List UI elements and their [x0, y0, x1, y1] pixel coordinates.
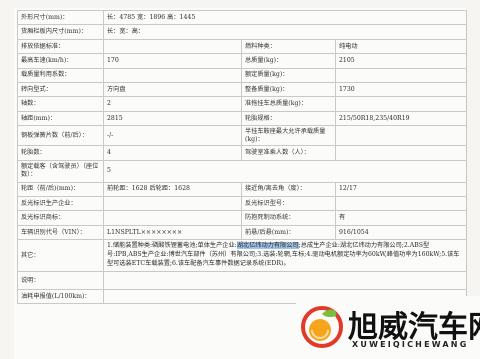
- spec-label: 外形尺寸(mm)：: [17, 9, 104, 26]
- spec-row: 外形尺寸(mm)： 长：4785 宽：1896 高：1445: [17, 9, 468, 26]
- spec-value: [103, 67, 242, 83]
- spec-value: 170: [103, 53, 242, 69]
- spec-value: [334, 195, 468, 212]
- sun-leaf-emblem-icon: [301, 306, 343, 348]
- spec-value: [103, 38, 242, 55]
- spec-value: [334, 125, 468, 147]
- spec-label: 额定质量(kg)：: [241, 67, 336, 83]
- vehicle-spec-table: 外形尺寸(mm)： 长：4785 宽：1896 高：1445 货厢栏板内尺寸(mm)…: [17, 9, 468, 305]
- spec-value: 5: [102, 159, 468, 183]
- spec-label: 反光标识型号：: [241, 195, 336, 212]
- spec-value: [334, 145, 468, 161]
- spec-label: 准拖挂车总质量(kg)：: [241, 96, 336, 112]
- spec-value: 1730: [334, 81, 468, 98]
- spec-row: 轴距(mm)： 2815 轮胎规格： 215/50R18,235/40R19: [17, 110, 468, 127]
- spec-value: 前轮距：1628 后轮距：1628: [103, 181, 242, 197]
- energy-label: 油耗申报值(L/100km)：: [17, 289, 104, 305]
- spec-row: 反光标识生产企业： 反光标识型号：: [17, 195, 468, 212]
- spec-label: 最高车速(km/h)：: [17, 53, 104, 69]
- spec-label: 转向型式：: [17, 81, 104, 98]
- spec-label: 总质量(kg)：: [241, 53, 336, 69]
- spec-row: 额定载客（含驾驶员）（座位数）： 5: [17, 159, 468, 183]
- spec-row-remark: 说明：: [17, 271, 468, 291]
- spec-label: 驾驶室准乘人数（人）：: [241, 145, 336, 161]
- spec-label: 额定载客（含驾驶员）（座位数）：: [17, 159, 104, 183]
- remark-value: [102, 271, 468, 291]
- logo-pinyin-name: XUWEIQICHEWANG: [352, 340, 469, 349]
- spec-value: -/-: [103, 125, 242, 147]
- spec-label: 轴数：: [17, 96, 104, 112]
- spec-label: 货厢栏板内尺寸(mm)：: [17, 24, 104, 40]
- spec-label: 钢板弹簧片数（前/后）：: [17, 125, 104, 147]
- spec-label: 接近角/离去角（度）：: [241, 181, 336, 197]
- spec-value: [103, 210, 242, 226]
- remark-label: 说明：: [17, 271, 104, 291]
- spec-value: [334, 96, 468, 112]
- spec-row: 最高车速(km/h)： 170 总质量(kg)： 2105: [17, 53, 468, 69]
- spec-value: 4: [103, 145, 242, 161]
- spec-value: 215/50R18,235/40R19: [334, 110, 468, 127]
- spec-row: 轮距（前/后)(mm)： 前轮距：1628 后轮距：1628 接近角/离去角（度）：…: [17, 181, 468, 197]
- spec-label: 前悬/后悬(mm)：: [241, 224, 336, 241]
- spec-label: 载质量利用系数：: [17, 67, 104, 83]
- spec-value: 方向盘: [103, 81, 242, 98]
- spec-value: 长：4785 宽：1896 高：1445: [102, 9, 468, 26]
- spec-value: 2105: [334, 53, 468, 69]
- spec-value: [334, 67, 468, 83]
- spec-label: 防抱死制动系统：: [241, 210, 336, 226]
- spec-row: 轴数： 2 准拖挂车总质量(kg)：: [17, 96, 468, 112]
- spec-row: 钢板弹簧片数（前/后）： -/- 半挂车鞍座最大允许承载质量(kg)：: [17, 125, 468, 147]
- site-watermark-logo: 旭威汽车网 XUWEIQICHEWANG: [296, 296, 480, 359]
- spec-value: L1NSPLTL××××××××: [103, 224, 242, 241]
- other-text: 1.储能装置种类:磷酸铁锂蓄电池;单体生产企业:: [107, 242, 237, 250]
- spec-row: 车辆识别代号（VIN）： L1NSPLTL×××××××× 前悬/后悬(mm)： 91…: [17, 224, 468, 241]
- spec-label: 轮距（前/后)(mm)：: [17, 181, 104, 197]
- spec-row: 转向型式： 方向盘 整备质量(kg)： 1730: [17, 81, 468, 98]
- spec-row: 货厢栏板内尺寸(mm)： 长：宽：高：: [17, 24, 468, 40]
- spec-label: 轮胎规格：: [241, 110, 336, 127]
- spec-value: 纯电动: [334, 38, 468, 55]
- spec-label: 半挂车鞍座最大允许承载质量(kg)：: [241, 125, 336, 147]
- spec-row: 轮胎数： 4 驾驶室准乘人数（人）：: [17, 145, 468, 161]
- spec-value: [103, 195, 242, 212]
- other-label: 其它：: [17, 239, 104, 273]
- spec-label: 燃料种类：: [241, 38, 336, 55]
- spec-row: 反光标识商标： 防抱死制动系统：有: [17, 210, 468, 226]
- spec-label: 整备质量(kg)：: [241, 81, 336, 98]
- spec-value: 有: [334, 210, 468, 226]
- spec-row: 载质量利用系数： 额定质量(kg)：: [17, 67, 468, 83]
- spec-label: 排放依据标准：: [17, 38, 104, 55]
- spec-value: 长：宽：高：: [102, 24, 468, 40]
- spec-value: 12/17: [334, 181, 468, 197]
- spec-value: 916/1054: [334, 224, 468, 241]
- spec-label: 车辆识别代号（VIN）：: [17, 224, 104, 241]
- spec-row-other: 其它： 1.储能装置种类:磷酸铁锂蓄电池;单体生产企业:湖北亿纬动力有限公司;总成…: [17, 239, 468, 273]
- spec-row: 排放依据标准： 燃料种类： 纯电动: [17, 38, 468, 55]
- spec-label: 反光标识商标：: [17, 210, 104, 226]
- spec-value: 2815: [103, 110, 242, 127]
- spec-label: 轮胎数：: [17, 145, 104, 161]
- spec-value: 2: [103, 96, 242, 112]
- other-description: 1.储能装置种类:磷酸铁锂蓄电池;单体生产企业:湖北亿纬动力有限公司;总成生产企…: [102, 239, 468, 273]
- spec-label: 轴距(mm)：: [17, 110, 104, 127]
- spec-label: 反光标识生产企业：: [17, 195, 104, 212]
- highlighted-company-name: 湖北亿纬动力有限公司: [236, 242, 299, 250]
